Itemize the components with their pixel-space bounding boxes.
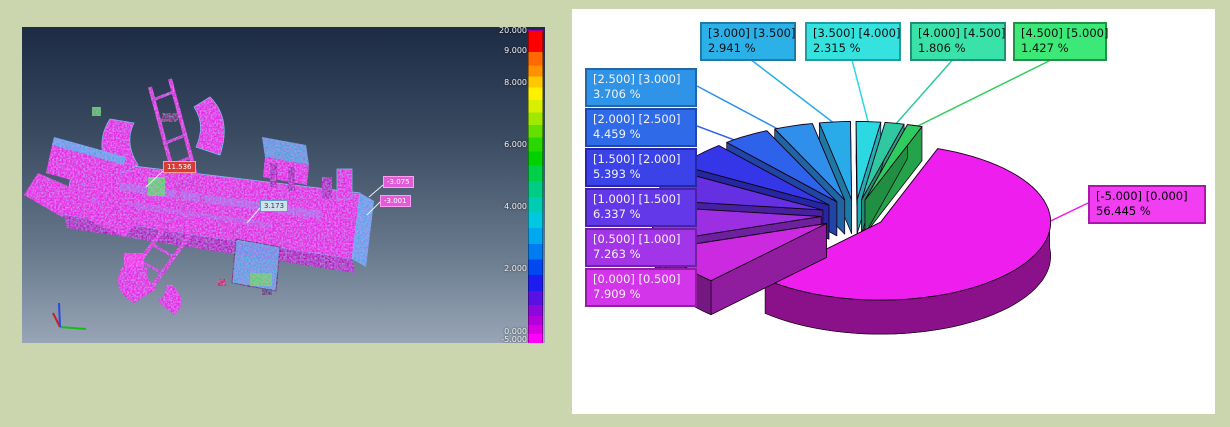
pie-slice-label[interactable]: [1.000] [1.500]6.337 % xyxy=(585,188,697,227)
axis-triad-icon xyxy=(53,303,86,329)
slice-range: [3.500] [4.000] xyxy=(813,26,893,41)
deviation-flag[interactable]: -3.075 xyxy=(383,176,414,188)
color-scale-tick: 4.000 xyxy=(504,202,527,211)
pie-slice-label[interactable]: [3.500] [4.000]2.315 % xyxy=(805,22,901,61)
slice-range: [0.000] [0.500] xyxy=(593,272,689,287)
slice-percent: 7.263 % xyxy=(593,247,689,262)
pie-slice-label[interactable]: [4.000] [4.500]1.806 % xyxy=(910,22,1006,61)
color-scale-tick: 20.000 xyxy=(499,27,527,35)
pie-slice-label[interactable]: [2.000] [2.500]4.459 % xyxy=(585,108,697,147)
deviation-value: -3.001 xyxy=(384,197,407,205)
slice-range: [2.000] [2.500] xyxy=(593,112,689,127)
slice-percent: 5.393 % xyxy=(593,167,689,182)
slice-range: [1.000] [1.500] xyxy=(593,192,689,207)
slice-range: [-5.000] [0.000] xyxy=(1096,189,1198,204)
pie-slice-label[interactable]: [4.500] [5.000]1.427 % xyxy=(1013,22,1107,61)
scan-3d-canvas[interactable] xyxy=(22,27,545,343)
pie-slice-label[interactable]: [2.500] [3.000]3.706 % xyxy=(585,68,697,107)
slice-range: [1.500] [2.000] xyxy=(593,152,689,167)
slice-percent: 1.427 % xyxy=(1021,41,1099,56)
scan-point-cloud xyxy=(24,79,374,315)
slice-range: [3.000] [3.500] xyxy=(708,26,788,41)
pie-slice-label[interactable]: [-5.000] [0.000]56.445 % xyxy=(1088,185,1206,224)
deviation-flag[interactable]: -3.001 xyxy=(380,195,411,207)
slice-percent: 1.806 % xyxy=(918,41,998,56)
slice-percent: 3.706 % xyxy=(593,87,689,102)
application-window: { "window": { "background": "#cbd6ae" },… xyxy=(0,0,1230,427)
slice-range: [0.500] [1.000] xyxy=(593,232,689,247)
deviation-flag[interactable]: 3.173 xyxy=(260,200,288,212)
color-scale-tick: -5.000 xyxy=(501,335,527,343)
slice-range: [2.500] [3.000] xyxy=(593,72,689,87)
deviation-value: -3.075 xyxy=(387,178,410,186)
deviation-value: 3.173 xyxy=(264,202,284,210)
slice-percent: 2.941 % xyxy=(708,41,788,56)
pie-slice-label[interactable]: [0.500] [1.000]7.263 % xyxy=(585,228,697,267)
pie-chart-panel: [2.500] [3.000]3.706 % [2.000] [2.500]4.… xyxy=(572,9,1215,414)
slice-range: [4.000] [4.500] xyxy=(918,26,998,41)
color-scale-tick: 8.000 xyxy=(504,78,527,87)
slice-percent: 4.459 % xyxy=(593,127,689,142)
pie-slice-label[interactable]: [3.000] [3.500]2.941 % xyxy=(700,22,796,61)
slice-percent: 56.445 % xyxy=(1096,204,1198,219)
color-scale-tick: 6.000 xyxy=(504,140,527,149)
slice-percent: 7.909 % xyxy=(593,287,689,302)
deviation-flag[interactable]: 11.536 xyxy=(163,161,196,173)
pie-slice-label[interactable]: [1.500] [2.000]5.393 % xyxy=(585,148,697,187)
color-scale-bar xyxy=(528,30,543,343)
slice-percent: 6.337 % xyxy=(593,207,689,222)
slice-range: [4.500] [5.000] xyxy=(1021,26,1099,41)
slice-percent: 2.315 % xyxy=(813,41,893,56)
deviation-value: 11.536 xyxy=(167,163,192,171)
scan-viewer-panel[interactable]: 11.536 3.173 -3.075 -3.001 20.000 9.000 … xyxy=(22,27,545,343)
color-scale-tick: 9.000 xyxy=(504,46,527,55)
pie-slice-label[interactable]: [0.000] [0.500]7.909 % xyxy=(585,268,697,307)
color-scale-tick: 2.000 xyxy=(504,264,527,273)
